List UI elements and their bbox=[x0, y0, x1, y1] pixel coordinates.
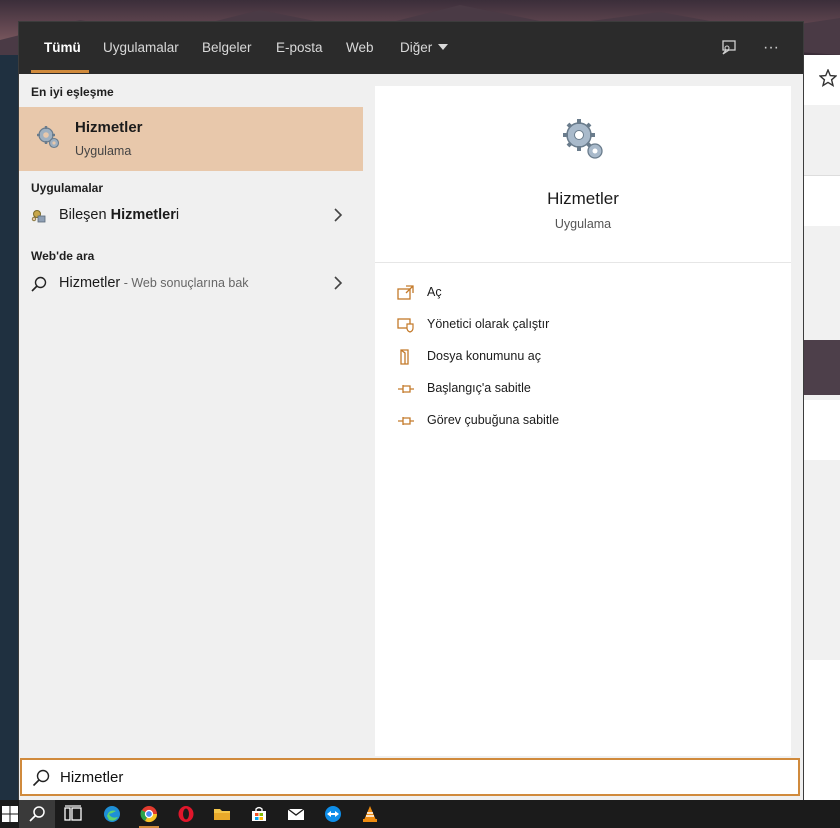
open-icon bbox=[397, 285, 414, 300]
app-name-prefix: Bileşen bbox=[59, 207, 111, 223]
action-pin-to-taskbar[interactable]: Görev çubuğuna sabitle bbox=[397, 410, 777, 434]
run-as-admin-icon bbox=[397, 318, 414, 333]
tab-more[interactable]: Diğer bbox=[400, 22, 449, 74]
divider bbox=[375, 262, 791, 263]
best-match-header: En iyi eşleşme bbox=[31, 85, 114, 99]
apps-section-header: Uygulamalar bbox=[31, 181, 104, 195]
search-tab-bar: Tümü Uygulamalar Belgeler E-posta Web Di… bbox=[19, 22, 803, 74]
action-open[interactable]: Aç bbox=[397, 282, 777, 306]
services-gear-icon bbox=[37, 126, 60, 149]
chrome-icon bbox=[140, 806, 158, 823]
background-window-edge bbox=[0, 55, 19, 800]
task-view-button[interactable] bbox=[55, 800, 91, 828]
web-search-term: Hizmetler bbox=[59, 275, 121, 291]
open-file-location-icon bbox=[400, 349, 409, 365]
tab-documents[interactable]: Belgeler bbox=[202, 22, 252, 74]
action-run-as-admin[interactable]: Yönetici olarak çalıştır bbox=[397, 314, 777, 338]
web-section-header: Web'de ara bbox=[31, 249, 95, 263]
action-label: Aç bbox=[427, 285, 442, 299]
taskbar-search-button[interactable] bbox=[19, 800, 55, 828]
mail-icon bbox=[287, 808, 305, 820]
task-view-icon bbox=[64, 805, 82, 821]
opera-icon bbox=[178, 806, 194, 822]
search-box[interactable] bbox=[20, 758, 800, 796]
action-label: Dosya konumunu aç bbox=[427, 349, 541, 363]
vlc-icon bbox=[363, 806, 377, 822]
chevron-right-icon[interactable] bbox=[333, 276, 343, 290]
search-input[interactable] bbox=[60, 764, 760, 790]
app-name-suffix: i bbox=[175, 207, 180, 223]
search-icon bbox=[29, 806, 45, 822]
taskbar-mail[interactable] bbox=[278, 800, 314, 828]
feedback-icon[interactable] bbox=[717, 36, 741, 60]
search-icon bbox=[32, 769, 50, 787]
edge-icon bbox=[104, 806, 120, 822]
taskbar-chrome[interactable] bbox=[131, 800, 167, 828]
search-icon bbox=[31, 276, 47, 292]
search-panel: Tümü Uygulamalar Belgeler E-posta Web Di… bbox=[19, 22, 803, 800]
tab-all[interactable]: Tümü bbox=[44, 22, 81, 74]
teamviewer-icon bbox=[325, 806, 341, 822]
tab-email[interactable]: E-posta bbox=[276, 22, 323, 74]
taskbar-edge[interactable] bbox=[94, 800, 130, 828]
detail-pane: Hizmetler Uygulama Aç Yönetici olarak ça… bbox=[375, 86, 791, 756]
chevron-right-icon[interactable] bbox=[333, 208, 343, 222]
start-icon bbox=[2, 806, 18, 822]
pin-to-taskbar-icon bbox=[398, 417, 414, 425]
taskbar-store[interactable] bbox=[241, 800, 277, 828]
taskbar-teamviewer[interactable] bbox=[315, 800, 351, 828]
action-open-file-location[interactable]: Dosya konumunu aç bbox=[397, 346, 777, 370]
pin-to-start-icon bbox=[398, 385, 414, 393]
list-item-component-services[interactable]: Bileşen Hizmetleri bbox=[19, 200, 363, 232]
action-label: Başlangıç'a sabitle bbox=[427, 381, 531, 395]
component-services-icon bbox=[31, 210, 46, 223]
more-options-button[interactable]: ··· bbox=[759, 36, 783, 60]
taskbar-vlc[interactable] bbox=[352, 800, 388, 828]
active-tab-indicator bbox=[31, 70, 89, 73]
services-gear-icon bbox=[563, 119, 603, 159]
detail-subtitle: Uygulama bbox=[554, 217, 612, 231]
action-pin-to-start[interactable]: Başlangıç'a sabitle bbox=[397, 378, 777, 402]
tab-more-label: Diğer bbox=[400, 40, 433, 55]
detail-title: Hizmetler bbox=[547, 189, 619, 208]
best-match-item[interactable]: Hizmetler Uygulama bbox=[19, 107, 363, 171]
store-icon bbox=[252, 806, 266, 821]
best-match-subtitle: Uygulama bbox=[75, 144, 132, 158]
web-search-hint: - Web sonuçlarına bak bbox=[120, 276, 249, 290]
action-label: Görev çubuğuna sabitle bbox=[427, 413, 560, 427]
taskbar bbox=[0, 800, 840, 828]
list-item-web-search[interactable]: Hizmetler - Web sonuçlarına bak bbox=[19, 268, 363, 300]
chevron-down-icon bbox=[438, 44, 449, 51]
taskbar-opera[interactable] bbox=[168, 800, 204, 828]
best-match-title: Hizmetler bbox=[75, 119, 143, 136]
taskbar-file-explorer[interactable] bbox=[204, 800, 240, 828]
star-icon[interactable] bbox=[819, 69, 837, 87]
app-name-match: Hizmetler bbox=[110, 207, 176, 223]
background-browser-window bbox=[803, 55, 840, 800]
action-label: Yönetici olarak çalıştır bbox=[427, 317, 550, 331]
results-list: En iyi eşleşme Hizmetler Uygulama Uygula… bbox=[19, 74, 363, 756]
tab-web[interactable]: Web bbox=[346, 22, 374, 74]
file-explorer-icon bbox=[214, 809, 230, 820]
tab-apps[interactable]: Uygulamalar bbox=[103, 22, 179, 74]
